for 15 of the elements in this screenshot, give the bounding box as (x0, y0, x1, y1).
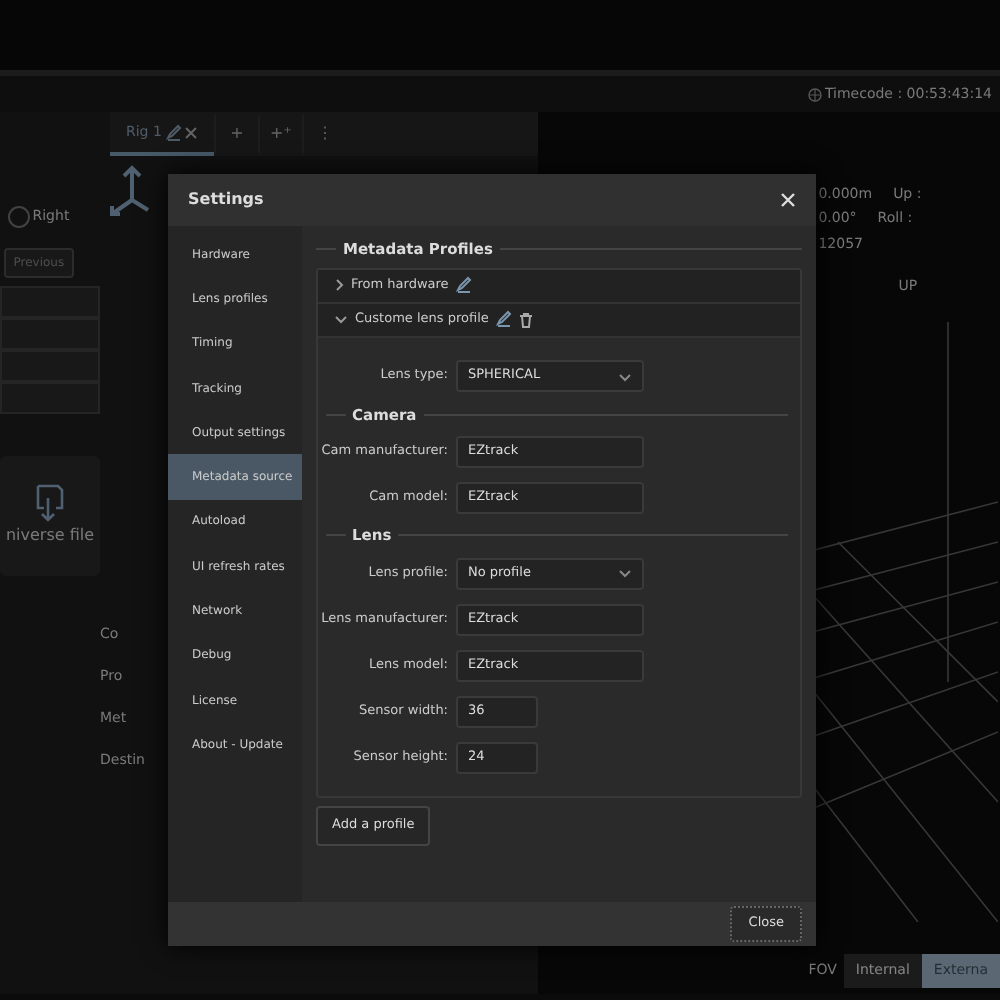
step-circle-icon (7, 205, 29, 227)
pencil-icon[interactable] (165, 123, 182, 141)
trash-icon[interactable] (518, 311, 535, 328)
close-icon[interactable] (780, 189, 796, 211)
card-label: niverse file (5, 524, 95, 549)
chevron-down-icon (618, 371, 632, 382)
globe-icon (807, 87, 822, 101)
chevron-down-icon (618, 568, 632, 579)
dialog-title: Settings (188, 188, 264, 212)
chevron-down-icon (334, 314, 348, 325)
pencil-icon[interactable] (455, 276, 472, 295)
pencil-icon[interactable] (495, 310, 512, 329)
download-file-icon (34, 481, 66, 522)
universe-file-card[interactable]: niverse file (0, 455, 100, 575)
chevron-right-icon (334, 278, 344, 293)
